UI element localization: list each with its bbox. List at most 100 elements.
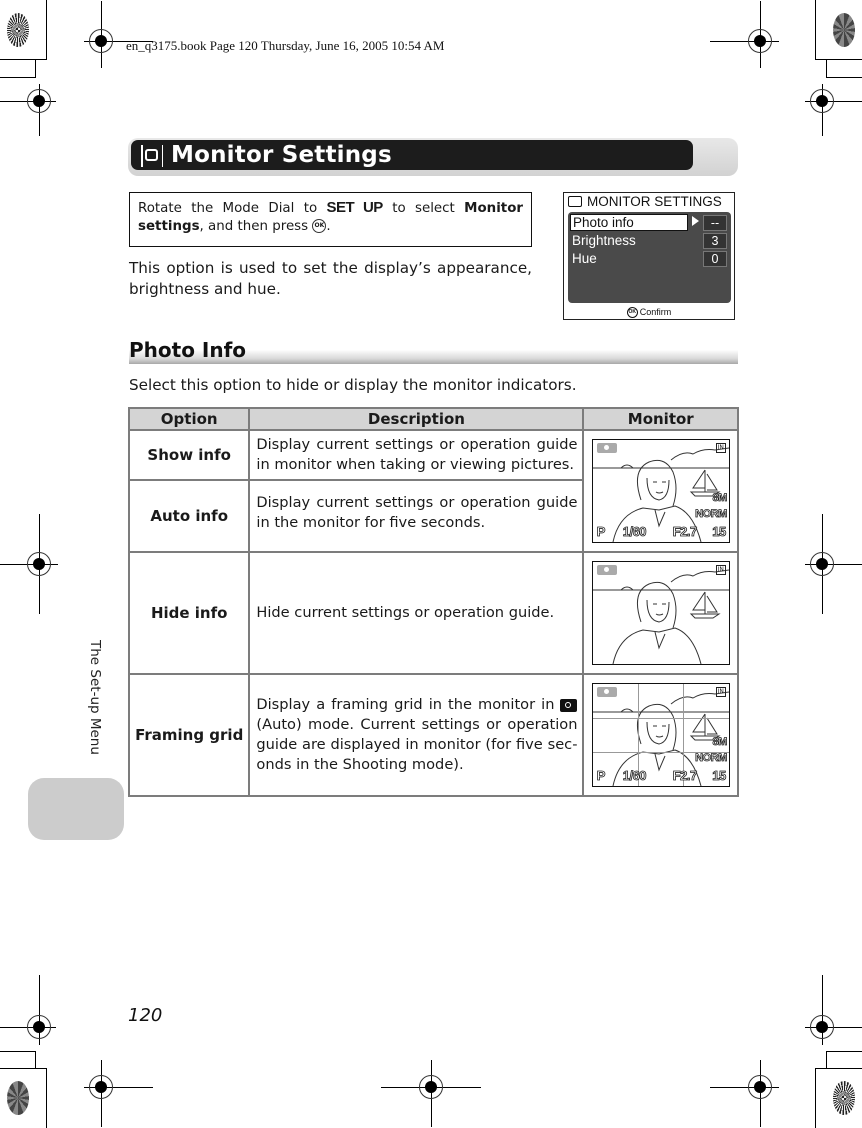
- quality-indicator: NORM: [695, 508, 728, 521]
- menu-item-value: 3: [703, 233, 727, 249]
- crop-mark: [826, 60, 827, 78]
- instruction-text: to select: [382, 201, 465, 216]
- instruction-text: , and then press: [199, 219, 313, 234]
- crop-mark: [0, 1068, 47, 1069]
- face-outline: [646, 477, 670, 501]
- chapter-tab: [28, 778, 124, 840]
- section-title: Photo Info: [129, 338, 247, 362]
- collar-outline: [654, 631, 666, 650]
- monitor-icon: [141, 145, 163, 167]
- portrait-scene-illustration: [592, 691, 729, 786]
- menu-item-photo-info[interactable]: Photo info: [570, 214, 688, 231]
- sailboat-outline: [689, 591, 721, 619]
- camera-mode-icon: [596, 443, 617, 453]
- monitor-icon: [568, 196, 582, 207]
- table-header-row: Option Description Monitor: [127, 407, 739, 431]
- crop-mark: [0, 77, 36, 78]
- ok-button-icon: OK: [626, 307, 638, 318]
- image-size-indicator: 8M: [712, 492, 728, 505]
- face-outline: [646, 721, 670, 745]
- table-row: Framing grid Display a framing grid in t…: [127, 673, 739, 797]
- confirm-label: Confirm: [639, 306, 672, 317]
- menu-item-label: Hue: [572, 251, 597, 266]
- aperture-indicator: F2.7: [672, 524, 697, 540]
- monitor-preview-show-info: IN 8M NORM P 1/60 F2.7 15: [591, 439, 730, 543]
- camera-mode-icon: [596, 687, 617, 697]
- mode-indicator: P: [596, 524, 605, 540]
- crop-mark: [46, 0, 47, 60]
- instruction-text: Rotate the Mode Dial to: [138, 201, 327, 216]
- quality-indicator: NORM: [695, 752, 728, 765]
- menu-panel: Photo info -- Brightness 3 Hue 0: [568, 212, 731, 303]
- portrait-scene-illustration: [592, 569, 729, 664]
- instruction-text: .: [326, 219, 331, 234]
- crop-mark: [35, 1051, 36, 1069]
- ok-button-icon: OK: [312, 219, 327, 233]
- monitor-preview-cell: IN 8M NORM P 1/60 F2.7 15: [582, 429, 739, 553]
- option-description: Display current settings or operation gu…: [248, 479, 585, 553]
- auto-mode-camera-icon: [560, 698, 578, 712]
- frames-remaining-indicator: 15: [712, 768, 727, 784]
- image-size-indicator: 8M: [712, 736, 728, 749]
- memory-icon: IN: [715, 687, 726, 697]
- camera-mode-icon: [596, 565, 617, 575]
- menu-footer: OK Confirm: [564, 307, 734, 318]
- collar-outline: [654, 753, 666, 772]
- menu-item-value: --: [703, 215, 727, 231]
- crop-mark: [815, 0, 816, 60]
- option-name: Auto info: [127, 479, 251, 553]
- memory-icon: IN: [715, 443, 726, 453]
- setup-mode-label: SET UP: [326, 199, 384, 216]
- memory-icon: IN: [715, 565, 726, 575]
- right-arrow-icon: [692, 216, 699, 226]
- section-heading: Photo Info: [129, 338, 738, 364]
- crop-mark: [826, 1051, 827, 1069]
- crop-mark: [815, 1068, 862, 1069]
- option-description: Display a framing grid in the monitor in…: [248, 673, 585, 797]
- crop-mark: [815, 1068, 816, 1128]
- facial-features: [652, 725, 666, 738]
- menu-item-label: Photo info: [573, 215, 634, 230]
- portrait-scene-illustration: [592, 447, 729, 542]
- color-target-icon: [833, 1081, 855, 1115]
- shutter-indicator: 1/60: [622, 768, 647, 784]
- mode-indicator: P: [596, 768, 605, 784]
- table-row: Show info Display current settings or op…: [127, 429, 739, 553]
- instruction-box: Rotate the Mode Dial to SET UP to select…: [129, 192, 532, 247]
- page-title-bar: Monitor Settings: [131, 140, 693, 170]
- crop-mark: [826, 77, 862, 78]
- camera-menu-screenshot: MONITOR SETTINGS Photo info -- Brightnes…: [563, 192, 735, 320]
- intro-paragraph: This option is used to set the display’s…: [129, 259, 532, 298]
- menu-name: Monitor: [464, 201, 524, 216]
- print-slug: en_q3175.book Page 120 Thursday, June 16…: [126, 38, 445, 53]
- column-header: Option: [127, 407, 251, 431]
- option-description: Display current settings or operation gu…: [248, 429, 585, 481]
- option-name: Show info: [127, 429, 251, 481]
- color-target-icon: [7, 13, 29, 47]
- menu-item-label: Brightness: [572, 233, 636, 248]
- framing-grid-line: [592, 718, 729, 719]
- menu-name: settings: [138, 219, 200, 234]
- description-text: (Auto) mode. Current settings or operati…: [256, 716, 578, 773]
- menu-item-brightness[interactable]: Brightness: [570, 232, 636, 249]
- monitor-preview-hide-info: IN: [591, 561, 730, 665]
- crop-mark: [0, 1051, 36, 1052]
- menu-item-hue[interactable]: Hue: [570, 250, 597, 267]
- color-target-icon: [833, 13, 855, 47]
- description-text: Display a framing grid in the monitor in: [256, 696, 561, 713]
- color-target-icon: [7, 1081, 29, 1115]
- aperture-indicator: F2.7: [672, 768, 697, 784]
- menu-header: MONITOR SETTINGS: [568, 194, 722, 209]
- options-table: Option Description Monitor Show info Dis…: [127, 407, 739, 797]
- table-row: Hide info Hide current settings or opera…: [127, 551, 739, 675]
- collar-outline: [654, 509, 666, 528]
- section-intro: Select this option to hide or display th…: [129, 376, 577, 394]
- column-header: Description: [248, 407, 585, 431]
- crop-mark: [35, 60, 36, 78]
- page-title: Monitor Settings: [171, 142, 392, 168]
- menu-title: MONITOR SETTINGS: [587, 194, 722, 209]
- facial-features: [652, 603, 666, 616]
- crop-mark: [0, 59, 47, 60]
- crop-mark: [815, 59, 862, 60]
- face-outline: [646, 599, 670, 623]
